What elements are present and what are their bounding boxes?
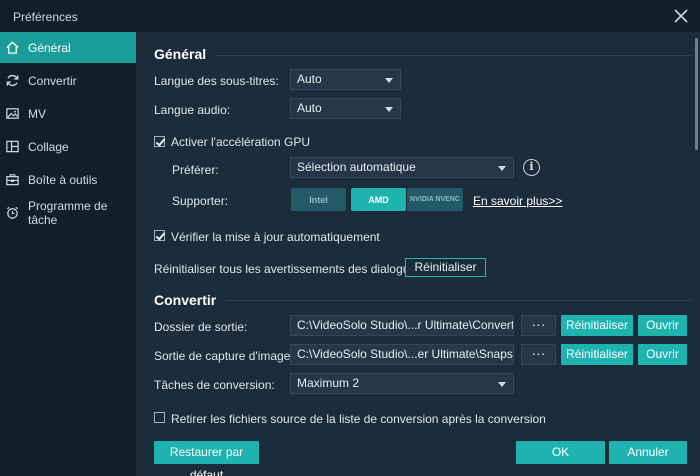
section-heading-convert: Convertir xyxy=(154,292,217,308)
reset-warnings-button[interactable]: Réinitialiser xyxy=(405,258,486,277)
ok-button[interactable]: OK xyxy=(516,441,605,464)
audio-language-label: Langue audio: xyxy=(154,103,231,117)
sidebar-item-label: Collage xyxy=(28,139,69,154)
output-folder-open-button[interactable]: Ouvrir xyxy=(638,315,687,336)
gpu-nvidia-label: NVIDIA NVENC xyxy=(410,195,460,203)
sidebar-item-toolbox[interactable]: Boîte à outils xyxy=(0,164,136,195)
section-divider xyxy=(226,300,692,301)
collage-icon xyxy=(5,139,20,154)
gpu-amd-badge[interactable]: AMD xyxy=(351,188,406,211)
output-folder-browse-button[interactable]: ··· xyxy=(521,315,556,336)
subtitle-language-select[interactable]: Auto xyxy=(290,69,401,90)
chevron-down-icon xyxy=(498,166,506,171)
chevron-down-icon xyxy=(498,382,506,387)
preferences-panel: Général Langue des sous-titres: Auto Lan… xyxy=(136,32,700,476)
snapshot-folder-reset-button[interactable]: Réinitialiser xyxy=(561,344,633,365)
toolbox-icon xyxy=(5,172,20,187)
sidebar-item-label: Convertir xyxy=(28,73,77,88)
home-icon xyxy=(5,40,20,55)
sidebar-item-task-schedule[interactable]: Programme de tâche xyxy=(0,197,136,228)
sidebar-item-collage[interactable]: Collage xyxy=(0,131,136,162)
auto-update-label: Vérifier la mise à jour automatiquement xyxy=(171,230,380,244)
sidebar-item-label: Programme de tâche xyxy=(28,198,108,227)
conversion-tasks-value: Maximum 2 xyxy=(297,376,360,390)
chevron-down-icon xyxy=(385,78,393,83)
remove-source-label: Retirer les fichiers source de la liste … xyxy=(171,412,546,426)
gpu-acceleration-checkbox[interactable] xyxy=(154,136,165,147)
restore-defaults-button[interactable]: Restaurer par défaut xyxy=(154,441,259,476)
support-label: Supporter: xyxy=(172,194,229,208)
title-bar: Préférences xyxy=(0,0,700,32)
auto-update-checkbox[interactable] xyxy=(154,230,165,241)
snapshot-folder-label: Sortie de capture d'image: xyxy=(154,349,294,363)
gpu-nvidia-badge[interactable]: NVIDIA NVENC xyxy=(407,188,463,211)
subtitle-language-label: Langue des sous-titres: xyxy=(154,74,279,88)
output-folder-reset-button[interactable]: Réinitialiser xyxy=(561,315,633,336)
cancel-button[interactable]: Annuler xyxy=(609,441,687,464)
learn-more-link[interactable]: En savoir plus>> xyxy=(473,194,562,208)
prefer-value: Sélection automatique xyxy=(297,160,416,174)
close-icon[interactable] xyxy=(672,7,690,25)
photo-icon xyxy=(5,106,20,121)
output-folder-path[interactable]: C:\VideoSolo Studio\...r Ultimate\Conver… xyxy=(290,315,514,336)
gpu-intel-badge[interactable]: Intel xyxy=(291,188,346,211)
gpu-acceleration-label: Activer l'accélération GPU xyxy=(171,135,311,149)
chevron-down-icon xyxy=(385,107,393,112)
sidebar-item-general[interactable]: Général xyxy=(0,32,136,63)
sidebar-item-mv[interactable]: MV xyxy=(0,98,136,129)
section-divider xyxy=(216,55,692,56)
conversion-tasks-select[interactable]: Maximum 2 xyxy=(290,373,514,394)
sidebar-item-convert[interactable]: Convertir xyxy=(0,65,136,96)
window-title: Préférences xyxy=(13,10,78,24)
remove-source-checkbox[interactable] xyxy=(154,412,165,423)
snapshot-folder-browse-button[interactable]: ··· xyxy=(521,344,556,365)
sidebar-item-label: Général xyxy=(28,40,71,55)
audio-language-value: Auto xyxy=(297,101,322,115)
refresh-icon xyxy=(5,73,20,88)
output-folder-label: Dossier de sortie: xyxy=(154,320,248,334)
alarm-clock-icon xyxy=(5,205,20,220)
sidebar: Général Convertir MV Collage Boîte à out… xyxy=(0,32,136,476)
gpu-intel-label: Intel xyxy=(309,194,328,205)
gpu-amd-label: AMD xyxy=(368,194,389,205)
snapshot-folder-path[interactable]: C:\VideoSolo Studio\...er Ultimate\Snaps… xyxy=(290,344,514,365)
snapshot-folder-open-button[interactable]: Ouvrir xyxy=(638,344,687,365)
section-heading-general: Général xyxy=(154,46,207,62)
sidebar-item-label: Boîte à outils xyxy=(28,172,98,187)
sidebar-item-label: MV xyxy=(28,106,46,121)
conversion-tasks-label: Tâches de conversion: xyxy=(154,378,275,392)
subtitle-language-value: Auto xyxy=(297,72,322,86)
scrollbar[interactable] xyxy=(695,38,698,150)
info-icon[interactable]: i xyxy=(523,159,540,176)
reset-warnings-label: Réinitialiser tous les avertissements de… xyxy=(154,262,426,276)
prefer-select[interactable]: Sélection automatique xyxy=(290,157,514,178)
prefer-label: Préférer: xyxy=(172,163,219,177)
audio-language-select[interactable]: Auto xyxy=(290,98,401,119)
